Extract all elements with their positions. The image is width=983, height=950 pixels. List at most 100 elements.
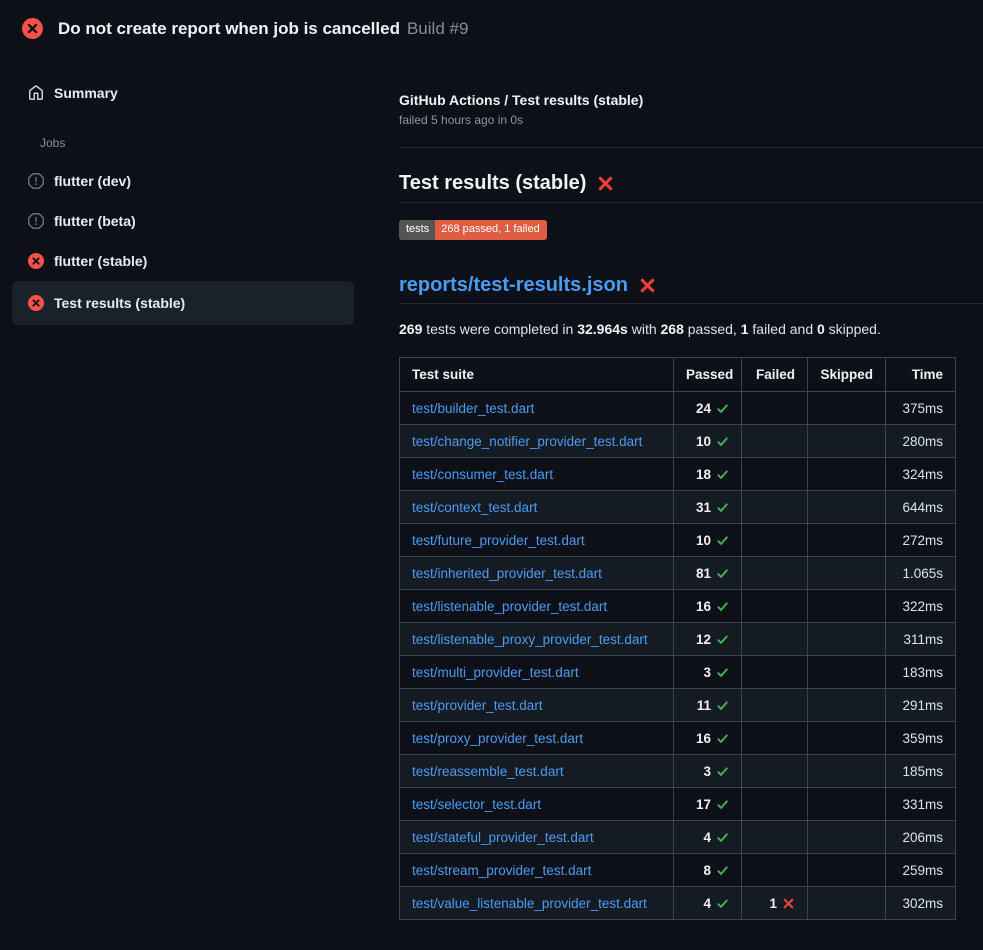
passed-cell: 31 — [674, 491, 742, 524]
suite-cell: test/proxy_provider_test.dart — [400, 722, 674, 755]
table-row: test/change_notifier_provider_test.dart 1… — [400, 425, 956, 458]
count-value: 3 — [703, 665, 711, 680]
failed-cell — [742, 524, 808, 557]
suite-link[interactable]: test/stateful_provider_test.dart — [412, 830, 594, 845]
badge-value: 268 passed, 1 failed — [435, 220, 546, 240]
suite-link[interactable]: test/listenable_provider_test.dart — [412, 599, 607, 614]
table-row: test/proxy_provider_test.dart 16 359ms — [400, 722, 956, 755]
x-circle-icon — [28, 253, 44, 269]
passed-cell: 16 — [674, 722, 742, 755]
badge-label: tests — [399, 220, 435, 240]
check-icon — [716, 633, 729, 646]
table-row: test/builder_test.dart24375ms — [400, 392, 956, 425]
table-row: test/stream_provider_test.dart8259ms — [400, 854, 956, 887]
check-icon — [716, 600, 729, 613]
suite-link[interactable]: test/reassemble_test.dart — [412, 764, 564, 779]
table-row: test/value_listenable_provider_test.dart… — [400, 887, 956, 920]
count-value: 3 — [703, 764, 711, 779]
time-cell: 291ms — [886, 689, 956, 722]
summary-number: 0 — [817, 321, 825, 337]
table-row: test/selector_test.dart17331ms — [400, 788, 956, 821]
skipped-cell — [808, 557, 886, 590]
stop-icon — [28, 213, 44, 229]
failed-cell — [742, 656, 808, 689]
suite-cell: test/listenable_proxy_provider_test.dart — [400, 623, 674, 656]
passed-cell: 3 — [674, 755, 742, 788]
passed-cell: 3 — [674, 656, 742, 689]
suite-cell: test/provider_test.dart — [400, 689, 674, 722]
failed-cell — [742, 623, 808, 656]
time-cell: 185ms — [886, 755, 956, 788]
report-file-link[interactable]: reports/test-results.json — [399, 272, 628, 298]
time-cell: 324ms — [886, 458, 956, 491]
table-row: test/reassemble_test.dart 3 185ms — [400, 755, 956, 788]
cross-mark-icon — [597, 175, 614, 192]
sidebar-item-flutter-stable[interactable]: flutter (stable) — [12, 241, 354, 281]
suite-cell: test/stateful_provider_test.dart — [400, 821, 674, 854]
test-results-table: Test suitePassedFailedSkippedTime test/b… — [399, 357, 956, 920]
check-icon — [716, 831, 729, 844]
time-cell: 359ms — [886, 722, 956, 755]
failed-cell — [742, 722, 808, 755]
summary-number: 1 — [741, 321, 749, 337]
column-header-passed: Passed — [674, 358, 742, 392]
sidebar-item-flutter-beta[interactable]: flutter (beta) — [12, 201, 354, 241]
count-value: 11 — [697, 698, 711, 713]
suite-link[interactable]: test/proxy_provider_test.dart — [412, 731, 583, 746]
check-icon — [716, 699, 729, 712]
count-value: 8 — [703, 863, 711, 878]
suite-link[interactable]: test/provider_test.dart — [412, 698, 543, 713]
suite-link[interactable]: test/selector_test.dart — [412, 797, 541, 812]
check-icon — [716, 534, 729, 547]
run-meta: failed 5 hours ago in 0s — [399, 113, 983, 127]
suite-link[interactable]: test/listenable_proxy_provider_test.dart — [412, 632, 648, 647]
sidebar: Summary Jobs flutter (dev) flutter (beta)… — [0, 56, 383, 325]
count-value: 31 — [696, 500, 711, 515]
skipped-cell — [808, 590, 886, 623]
summary-number: 32.964s — [577, 321, 628, 337]
suite-link[interactable]: test/context_test.dart — [412, 500, 537, 515]
suite-cell: test/inherited_provider_test.dart — [400, 557, 674, 590]
passed-cell: 11 — [674, 689, 742, 722]
skipped-cell — [808, 491, 886, 524]
passed-cell: 4 — [674, 887, 742, 920]
suite-link[interactable]: test/value_listenable_provider_test.dart — [412, 896, 647, 911]
divider — [399, 147, 983, 148]
table-row: test/future_provider_test.dart10272ms — [400, 524, 956, 557]
sidebar-item-summary[interactable]: Summary — [12, 73, 354, 113]
skipped-cell — [808, 689, 886, 722]
suite-cell: test/consumer_test.dart — [400, 458, 674, 491]
suite-link[interactable]: test/consumer_test.dart — [412, 467, 553, 482]
suite-link[interactable]: test/stream_provider_test.dart — [412, 863, 591, 878]
suite-cell: test/reassemble_test.dart — [400, 755, 674, 788]
sidebar-item-test-results-stable[interactable]: Test results (stable) — [12, 281, 354, 325]
count-value: 10 — [696, 434, 711, 449]
column-header-time: Time — [886, 358, 956, 392]
failed-cell — [742, 854, 808, 887]
report-heading: reports/test-results.json — [399, 272, 983, 298]
suite-link[interactable]: test/future_provider_test.dart — [412, 533, 585, 548]
column-header-test-suite: Test suite — [400, 358, 674, 392]
suite-link[interactable]: test/change_notifier_provider_test.dart — [412, 434, 642, 449]
passed-cell: 12 — [674, 623, 742, 656]
check-icon — [716, 567, 729, 580]
suite-link[interactable]: test/multi_provider_test.dart — [412, 665, 579, 680]
table-row: test/inherited_provider_test.dart811.065… — [400, 557, 956, 590]
sidebar-summary-label: Summary — [54, 85, 118, 101]
job-item-label: flutter (dev) — [54, 173, 131, 189]
passed-cell: 8 — [674, 854, 742, 887]
suite-link[interactable]: test/builder_test.dart — [412, 401, 534, 416]
build-number: Build #9 — [407, 19, 468, 38]
sidebar-item-flutter-dev[interactable]: flutter (dev) — [12, 161, 354, 201]
skipped-cell — [808, 788, 886, 821]
skipped-cell — [808, 623, 886, 656]
summary-text: skipped. — [825, 321, 881, 337]
check-icon — [716, 501, 729, 514]
count-value: 16 — [696, 731, 711, 746]
jobs-section-label: Jobs — [40, 136, 354, 150]
time-cell: 375ms — [886, 392, 956, 425]
suite-link[interactable]: test/inherited_provider_test.dart — [412, 566, 602, 581]
time-cell: 644ms — [886, 491, 956, 524]
failed-cell: 1 — [742, 887, 808, 920]
job-item-label: flutter (stable) — [54, 253, 147, 269]
